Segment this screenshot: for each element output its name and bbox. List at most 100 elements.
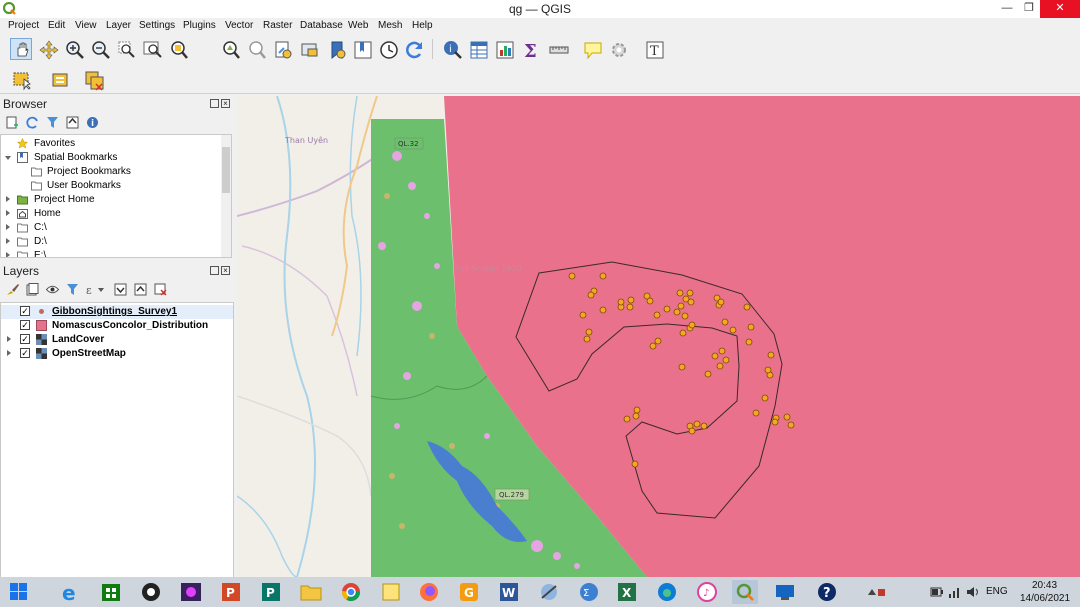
- properties-info-icon[interactable]: [86, 116, 99, 129]
- help-icon[interactable]: ?: [814, 580, 840, 604]
- layer-visibility-checkbox[interactable]: ✓: [20, 334, 30, 344]
- sighting-point[interactable]: [627, 296, 635, 304]
- field-calculator-icon[interactable]: Σ: [520, 39, 542, 62]
- browser-item-drive-d[interactable]: D:\: [1, 235, 221, 249]
- network-icon[interactable]: [948, 585, 962, 599]
- scrollbar-thumb[interactable]: [222, 147, 230, 193]
- volume-icon[interactable]: [966, 585, 980, 599]
- temporal-controller-icon[interactable]: [378, 39, 400, 61]
- sighting-point[interactable]: [633, 406, 641, 414]
- sighting-point[interactable]: [718, 347, 726, 355]
- foxit-reader-icon[interactable]: G: [456, 580, 482, 604]
- zoom-full-icon[interactable]: [142, 39, 164, 61]
- close-panel-icon[interactable]: ×: [221, 266, 230, 275]
- expand-arrow-icon[interactable]: [6, 238, 10, 244]
- menu-raster[interactable]: Raster: [263, 20, 292, 31]
- firefox-icon[interactable]: [416, 580, 442, 604]
- sighting-point[interactable]: [678, 363, 686, 371]
- sighting-point[interactable]: [722, 356, 730, 364]
- close-panel-icon[interactable]: ×: [221, 99, 230, 108]
- sighting-point[interactable]: [653, 311, 661, 319]
- sighting-point[interactable]: [623, 415, 631, 423]
- battery-icon[interactable]: [930, 585, 944, 599]
- word-icon[interactable]: W: [496, 580, 522, 604]
- sighting-point[interactable]: [721, 318, 729, 326]
- sighting-point[interactable]: [617, 298, 625, 306]
- style-brush-icon[interactable]: [6, 283, 20, 296]
- select-features-icon[interactable]: [12, 69, 34, 91]
- sighting-point[interactable]: [663, 305, 671, 313]
- sighting-point[interactable]: [677, 302, 685, 310]
- add-group-icon[interactable]: [26, 283, 39, 296]
- sighting-point[interactable]: [632, 412, 640, 420]
- remove-layer-icon[interactable]: [154, 283, 167, 296]
- zoom-to-layer-icon[interactable]: [220, 39, 242, 61]
- layer-row-openstreetmap[interactable]: ✓ OpenStreetMap: [1, 347, 233, 361]
- collapse-all-icon[interactable]: [66, 116, 79, 129]
- menu-project[interactable]: Project: [8, 20, 39, 31]
- map-tips-icon[interactable]: [582, 39, 604, 61]
- refresh-icon[interactable]: [404, 39, 426, 61]
- menu-edit[interactable]: Edit: [48, 20, 65, 31]
- photos-app-icon[interactable]: [178, 580, 204, 604]
- windows-start-icon[interactable]: [6, 580, 32, 604]
- system-tray-icons[interactable]: [866, 585, 886, 599]
- sighting-point[interactable]: [649, 342, 657, 350]
- menu-mesh[interactable]: Mesh: [378, 20, 402, 31]
- file-explorer-icon[interactable]: [298, 580, 324, 604]
- sighting-point[interactable]: [585, 328, 593, 336]
- expand-arrow-icon[interactable]: [7, 336, 11, 342]
- sighting-point[interactable]: [717, 298, 725, 306]
- itunes-icon[interactable]: ♪: [694, 580, 720, 604]
- map-rendering[interactable]: Than Uyên QL.32 QL.279 Full Screen 1920: [237, 96, 1080, 577]
- sighting-point[interactable]: [676, 289, 684, 297]
- menu-database[interactable]: Database: [300, 20, 343, 31]
- sighting-point[interactable]: [599, 272, 607, 280]
- sighting-point[interactable]: [626, 303, 634, 311]
- expand-all-icon[interactable]: [114, 283, 127, 296]
- sighting-point[interactable]: [679, 329, 687, 337]
- layer-visibility-checkbox[interactable]: ✓: [20, 320, 30, 330]
- browser-item-favorites[interactable]: Favorites: [1, 137, 221, 151]
- text-annotation-icon[interactable]: T: [644, 39, 666, 61]
- sighting-point[interactable]: [654, 337, 662, 345]
- add-layer-icon[interactable]: [6, 116, 19, 129]
- sighting-point[interactable]: [711, 352, 719, 360]
- menu-help[interactable]: Help: [412, 20, 433, 31]
- excel-icon[interactable]: X: [614, 580, 640, 604]
- measure-icon[interactable]: [548, 39, 570, 61]
- sighting-point[interactable]: [745, 338, 753, 346]
- sighting-point[interactable]: [747, 323, 755, 331]
- select-by-value-icon[interactable]: [50, 69, 72, 91]
- menu-plugins[interactable]: Plugins: [183, 20, 216, 31]
- internet-explorer-icon[interactable]: e: [58, 580, 84, 605]
- menu-layer[interactable]: Layer: [106, 20, 131, 31]
- sighting-point[interactable]: [643, 292, 651, 300]
- sighting-point[interactable]: [767, 351, 775, 359]
- close-button[interactable]: ✕: [1040, 0, 1080, 18]
- input-language[interactable]: ENG: [986, 586, 1008, 597]
- sighting-point[interactable]: [783, 413, 791, 421]
- show-bookmarks-icon[interactable]: [352, 39, 374, 61]
- zoom-next-icon[interactable]: [298, 39, 320, 61]
- filter-legend-icon[interactable]: [66, 283, 79, 296]
- float-panel-icon[interactable]: [210, 99, 219, 108]
- settings-gear-icon[interactable]: [608, 39, 630, 61]
- sighting-point[interactable]: [587, 291, 595, 299]
- expression-filter-icon[interactable]: ε: [86, 283, 104, 296]
- sighting-point[interactable]: [583, 335, 591, 343]
- publisher-icon[interactable]: P: [258, 580, 284, 604]
- browser-item-spatial-bookmarks[interactable]: Spatial Bookmarks: [1, 151, 221, 165]
- menu-settings[interactable]: Settings: [139, 20, 175, 31]
- clock-date[interactable]: 14/06/2021: [1020, 593, 1070, 604]
- sighting-point[interactable]: [752, 409, 760, 417]
- layer-row-landcover[interactable]: ✓ LandCover: [1, 333, 233, 347]
- collapse-all-icon[interactable]: [134, 283, 147, 296]
- notes-app-icon[interactable]: [378, 580, 404, 604]
- sighting-point[interactable]: [599, 306, 607, 314]
- browser-item-user-bookmarks[interactable]: User Bookmarks: [1, 179, 221, 193]
- expand-arrow-icon[interactable]: [6, 196, 10, 202]
- pan-icon[interactable]: [10, 38, 32, 60]
- deselect-all-icon[interactable]: [84, 69, 106, 91]
- filter-icon[interactable]: [46, 116, 59, 129]
